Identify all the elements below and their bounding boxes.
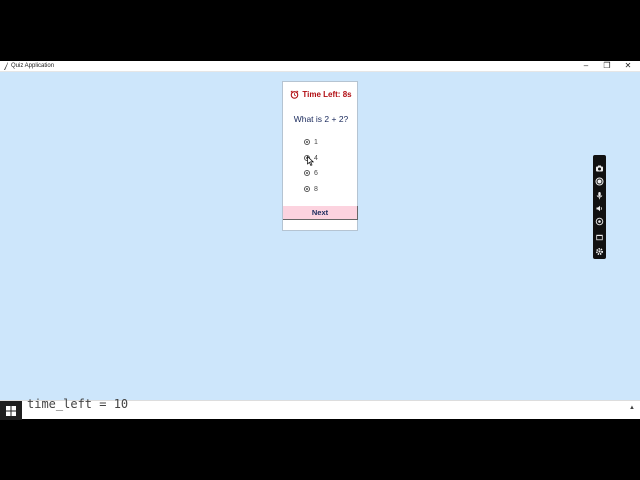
taskbar: time_left = 10 ▲ <box>0 397 640 420</box>
radio-button[interactable] <box>304 186 310 192</box>
quiz-window: Quiz Application – ❐ ✕ Time Left: 8s Wha… <box>0 61 640 401</box>
option-label: 8 <box>314 185 318 193</box>
radio-button[interactable] <box>304 139 310 145</box>
question-text: What is 2 + 2? <box>293 114 349 124</box>
title-bar[interactable]: Quiz Application – ❐ ✕ <box>0 61 640 72</box>
windows-logo-icon <box>6 406 16 416</box>
tray-expand-icon[interactable]: ▲ <box>629 405 635 411</box>
timer-row: Time Left: 8s <box>283 88 359 100</box>
alarm-clock-icon <box>290 90 299 99</box>
close-button[interactable]: ✕ <box>617 61 639 71</box>
option-label: 6 <box>314 169 318 177</box>
option-1[interactable]: 1 <box>304 137 318 147</box>
next-button[interactable]: Next <box>283 206 358 220</box>
timer-text: Time Left: 8s <box>302 89 352 99</box>
window-icon[interactable] <box>595 233 604 242</box>
mic-icon[interactable] <box>595 191 604 200</box>
camera-icon[interactable] <box>595 164 604 173</box>
webcam-icon[interactable] <box>595 217 604 226</box>
start-button[interactable] <box>0 401 22 420</box>
window-title: Quiz Application <box>11 63 55 69</box>
screen: Quiz Application – ❐ ✕ Time Left: 8s Wha… <box>0 0 640 480</box>
option-3[interactable]: 6 <box>304 168 318 178</box>
speaker-icon[interactable] <box>595 204 604 213</box>
gear-icon[interactable] <box>595 247 604 256</box>
maximize-button[interactable]: ❐ <box>596 61 618 71</box>
option-4[interactable]: 8 <box>304 184 318 194</box>
mouse-cursor-icon <box>307 156 314 166</box>
code-editor-line: time_left = 10 <box>27 397 129 411</box>
option-label: 4 <box>314 154 318 162</box>
quiz-card: Time Left: 8s What is 2 + 2? 1 4 6 8 Nex… <box>282 81 358 231</box>
recorder-toolbar <box>593 155 606 259</box>
radio-button[interactable] <box>304 170 310 176</box>
option-label: 1 <box>314 138 318 146</box>
record-icon[interactable] <box>595 177 604 186</box>
minimize-button[interactable]: – <box>575 61 597 71</box>
feather-icon <box>4 62 8 70</box>
